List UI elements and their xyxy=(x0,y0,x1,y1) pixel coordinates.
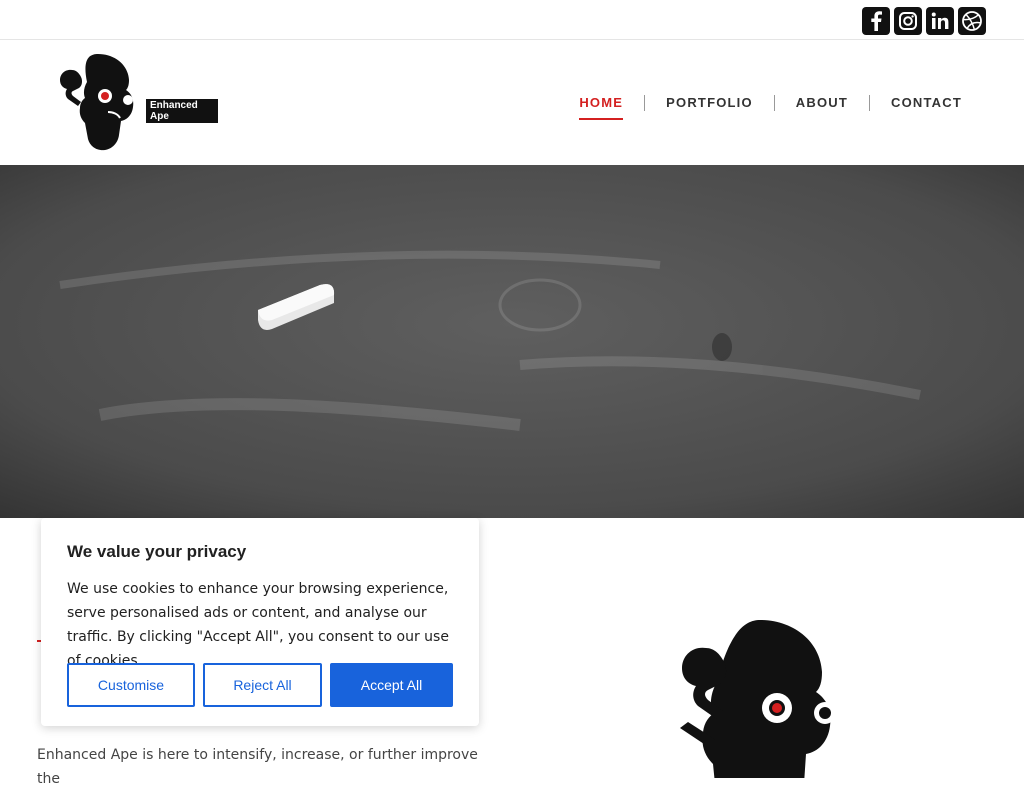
nav-item-home[interactable]: HOME xyxy=(579,95,623,120)
dribbble-icon[interactable] xyxy=(958,7,986,35)
site-logo[interactable]: Enhanced Ape xyxy=(58,52,218,152)
ape-mascot-icon xyxy=(680,620,836,778)
cookie-body: We use cookies to enhance your browsing … xyxy=(67,581,449,669)
nav-item-about[interactable]: ABOUT xyxy=(796,95,848,116)
intro-paragraph: Enhanced Ape is here to intensify, incre… xyxy=(37,747,478,787)
reject-all-button[interactable]: Reject All xyxy=(203,663,322,707)
ape-logo-icon xyxy=(60,54,134,151)
social-links xyxy=(862,7,986,35)
top-bar xyxy=(0,0,1024,40)
logo-text: Enhanced Ape xyxy=(146,99,218,123)
nav-separator xyxy=(869,94,871,111)
customise-button[interactable]: Customise xyxy=(67,663,195,707)
linkedin-icon[interactable] xyxy=(926,7,954,35)
facebook-icon[interactable] xyxy=(862,7,890,35)
nav-separator xyxy=(773,94,775,111)
cookie-title: We value your privacy xyxy=(67,542,247,561)
nav-item-contact[interactable]: CONTACT xyxy=(891,95,962,116)
site-header: Enhanced Ape HOME PORTFOLIO ABOUT CONTAC… xyxy=(0,40,1024,165)
hero-banner xyxy=(0,165,1024,518)
accept-all-button[interactable]: Accept All xyxy=(330,663,453,707)
main-nav: HOME PORTFOLIO ABOUT CONTACT xyxy=(579,94,962,120)
chalkboard-background xyxy=(0,165,1024,518)
cookie-consent-dialog: We value your privacy We use cookies to … xyxy=(41,518,479,726)
instagram-icon[interactable] xyxy=(894,7,922,35)
nav-separator xyxy=(644,94,646,111)
nav-item-portfolio[interactable]: PORTFOLIO xyxy=(666,95,753,116)
